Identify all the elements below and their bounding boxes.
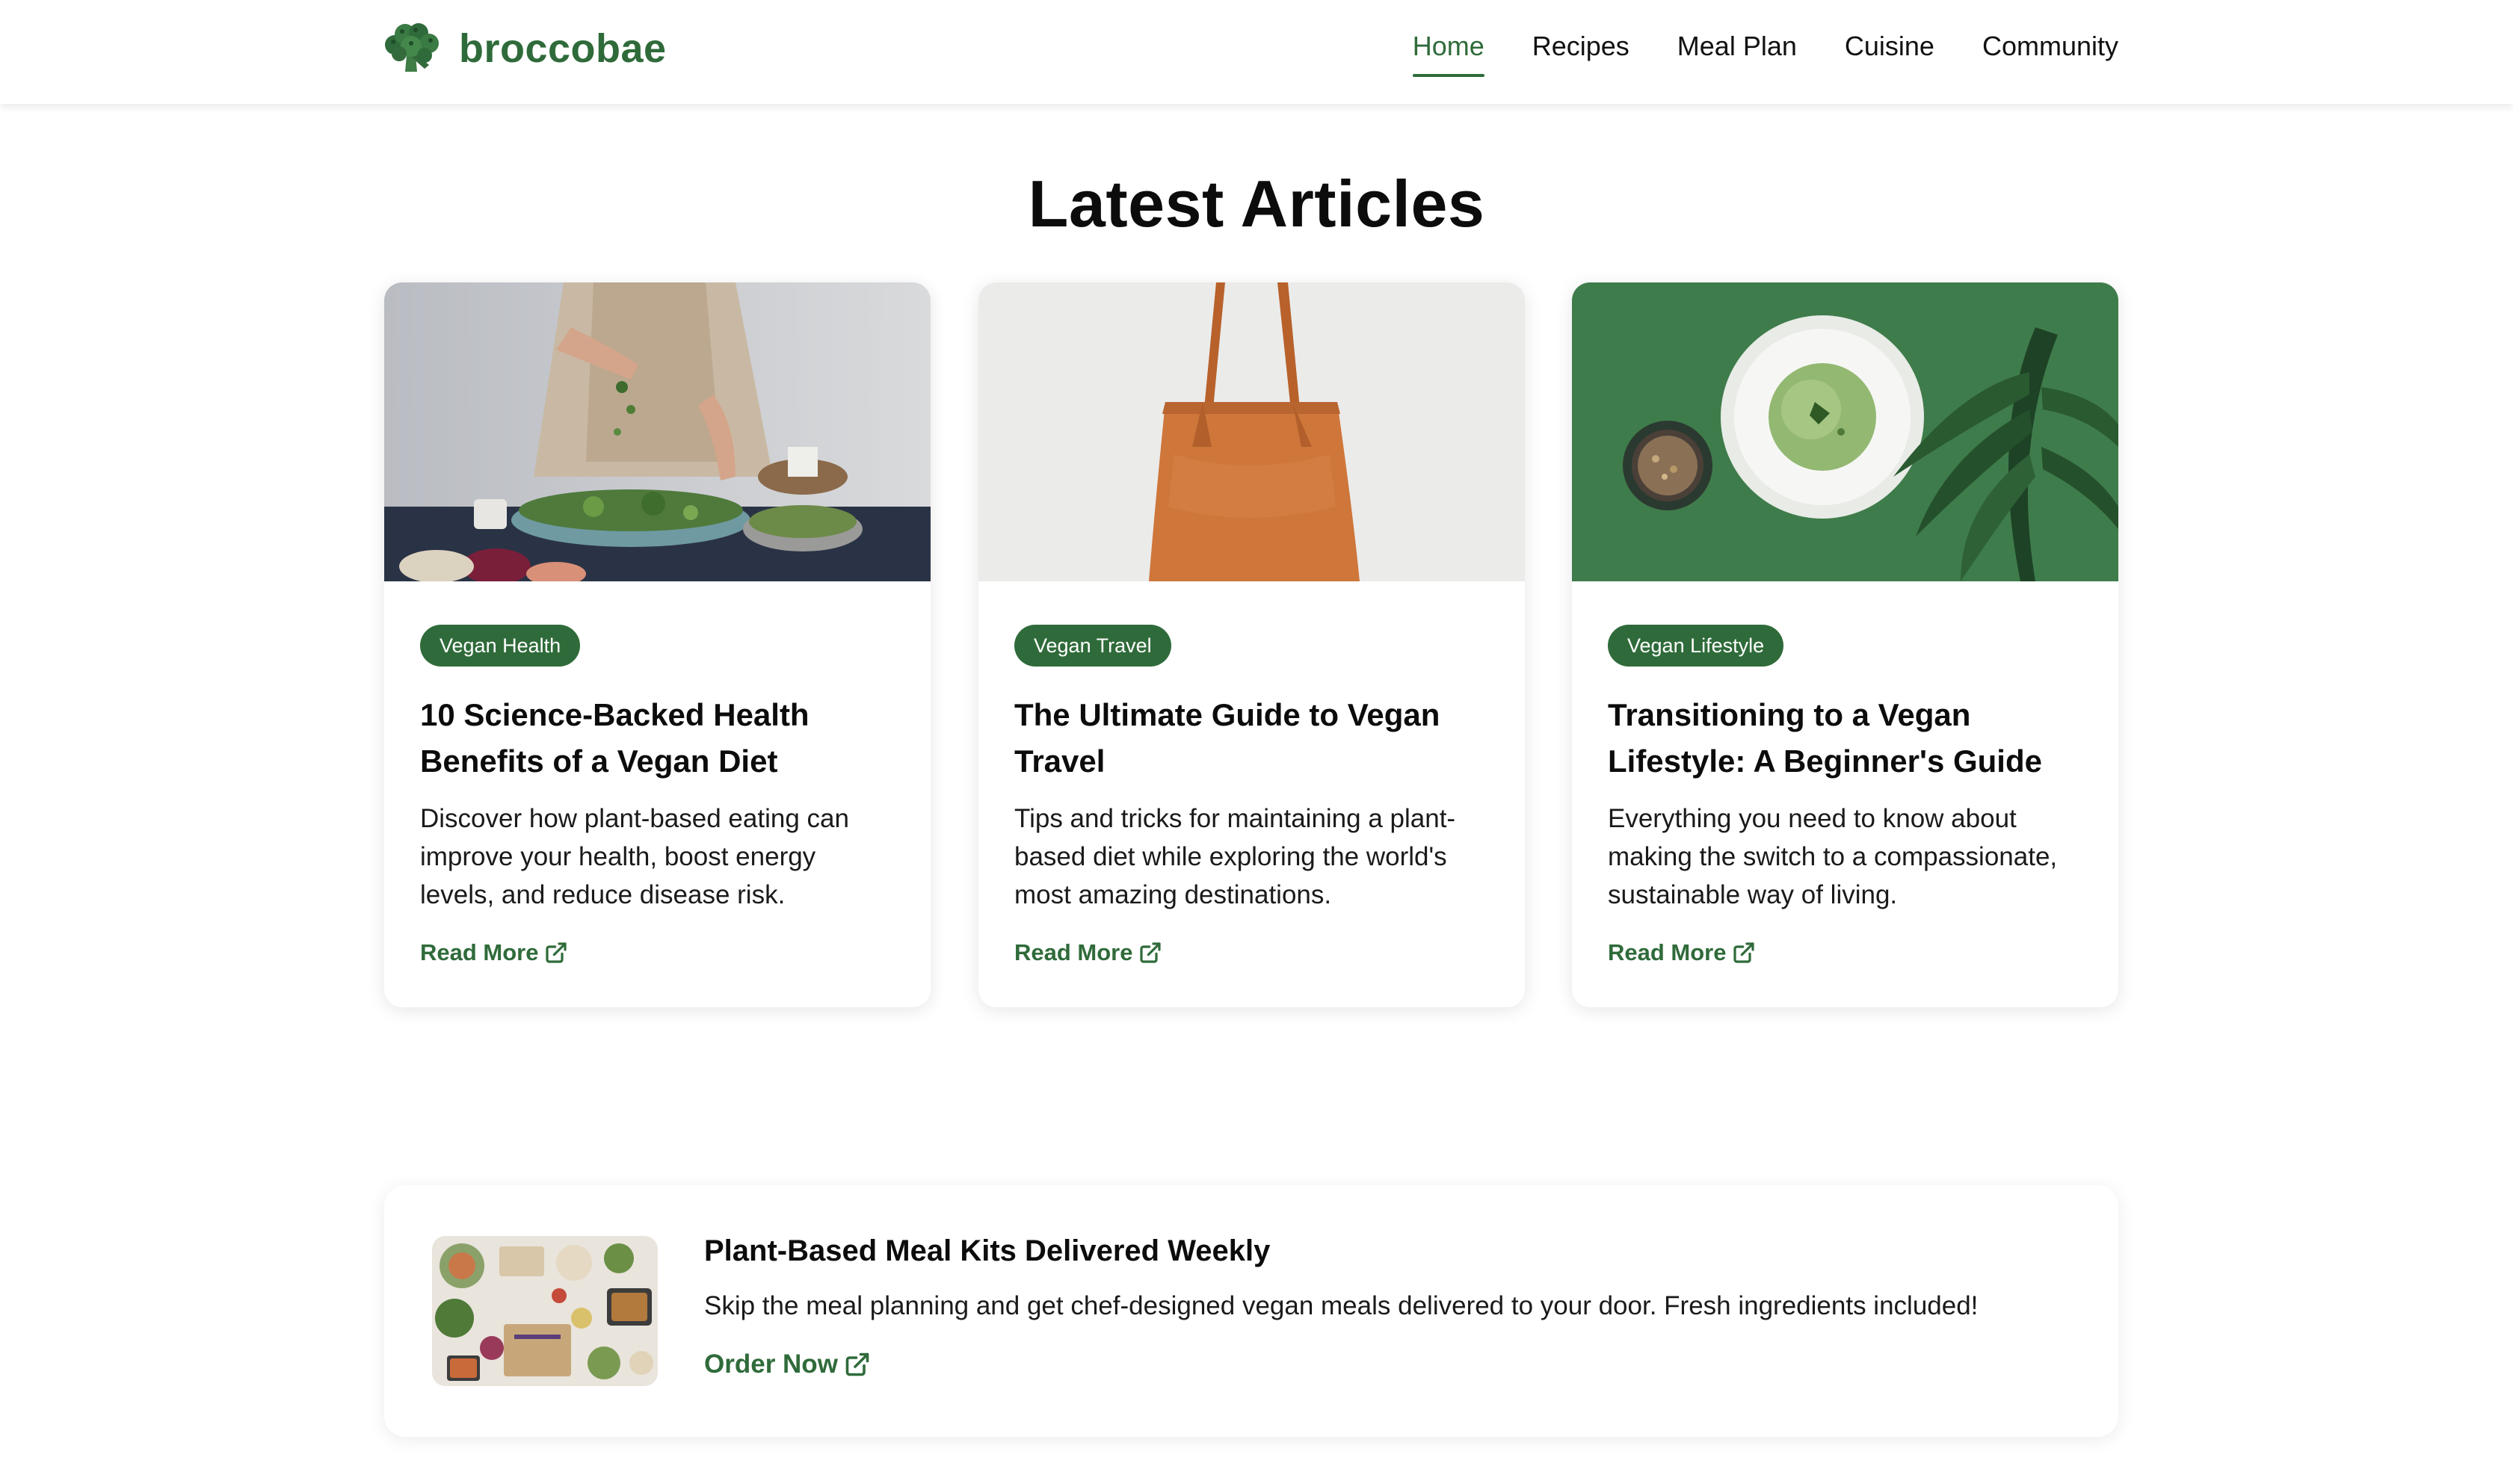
article-title[interactable]: The Ultimate Guide to Vegan Travel <box>1014 692 1489 785</box>
external-link-icon <box>1140 942 1162 963</box>
category-tag[interactable]: Vegan Lifestyle <box>1608 625 1784 667</box>
card-body: Vegan Lifestyle Transitioning to a Vegan… <box>1572 581 2118 914</box>
nav-item-cuisine[interactable]: Cuisine <box>1845 31 1934 67</box>
article-card[interactable]: Vegan Travel The Ultimate Guide to Vegan… <box>978 282 1525 1007</box>
order-now-label: Order Now <box>704 1349 838 1379</box>
article-description: Everything you need to know about making… <box>1608 804 2058 909</box>
nav-item-community[interactable]: Community <box>1982 31 2118 67</box>
main-nav: Home Recipes Meal Plan Cuisine Community <box>1412 0 2118 97</box>
article-image-green-plate <box>1572 282 2118 581</box>
article-description: Discover how plant-based eating can impr… <box>420 804 849 909</box>
category-tag[interactable]: Vegan Travel <box>1014 625 1171 667</box>
read-more-label: Read More <box>1608 939 1727 965</box>
card-body: Vegan Travel The Ultimate Guide to Vegan… <box>978 581 1525 914</box>
nav-item-recipes[interactable]: Recipes <box>1532 31 1629 67</box>
nav-item-home[interactable]: Home <box>1412 31 1484 77</box>
promo-title: Plant-Based Meal Kits Delivered Weekly <box>704 1234 1271 1267</box>
article-image-tote-bag <box>978 282 1525 581</box>
card-body: Vegan Health 10 Science-Backed Health Be… <box>384 581 931 914</box>
external-link-icon <box>845 1352 869 1376</box>
article-card[interactable]: Vegan Lifestyle Transitioning to a Vegan… <box>1572 282 2118 1007</box>
section-title: Latest Articles <box>1028 167 1485 241</box>
article-description: Tips and tricks for maintaining a plant-… <box>1014 804 1456 909</box>
nav-item-meal-plan[interactable]: Meal Plan <box>1677 31 1797 67</box>
brand[interactable]: broccobae <box>383 22 667 75</box>
broccoli-icon <box>385 23 439 72</box>
category-tag[interactable]: Vegan Health <box>420 625 581 667</box>
promo-image-meal-kit <box>432 1236 658 1386</box>
site-header: broccobae Home Recipes Meal Plan Cuisine… <box>0 0 2513 104</box>
read-more-label: Read More <box>420 939 539 965</box>
brand-name: broccobae <box>459 26 667 71</box>
read-more-link[interactable]: Read More <box>1014 939 1162 966</box>
article-title[interactable]: Transitioning to a Vegan Lifestyle: A Be… <box>1608 692 2082 785</box>
read-more-label: Read More <box>1014 939 1133 965</box>
external-link-icon <box>546 942 567 963</box>
order-now-link[interactable]: Order Now <box>704 1349 871 1379</box>
article-card[interactable]: Vegan Health 10 Science-Backed Health Be… <box>384 282 931 1007</box>
article-image-salad <box>384 282 931 581</box>
external-link-icon <box>1733 942 1755 963</box>
read-more-link[interactable]: Read More <box>1608 939 1756 966</box>
read-more-link[interactable]: Read More <box>420 939 568 966</box>
promo-banner: Plant-Based Meal Kits Delivered Weekly S… <box>384 1185 2118 1437</box>
promo-text: Skip the meal planning and get chef-desi… <box>704 1291 1979 1320</box>
article-title[interactable]: 10 Science-Backed Health Benefits of a V… <box>420 692 895 785</box>
